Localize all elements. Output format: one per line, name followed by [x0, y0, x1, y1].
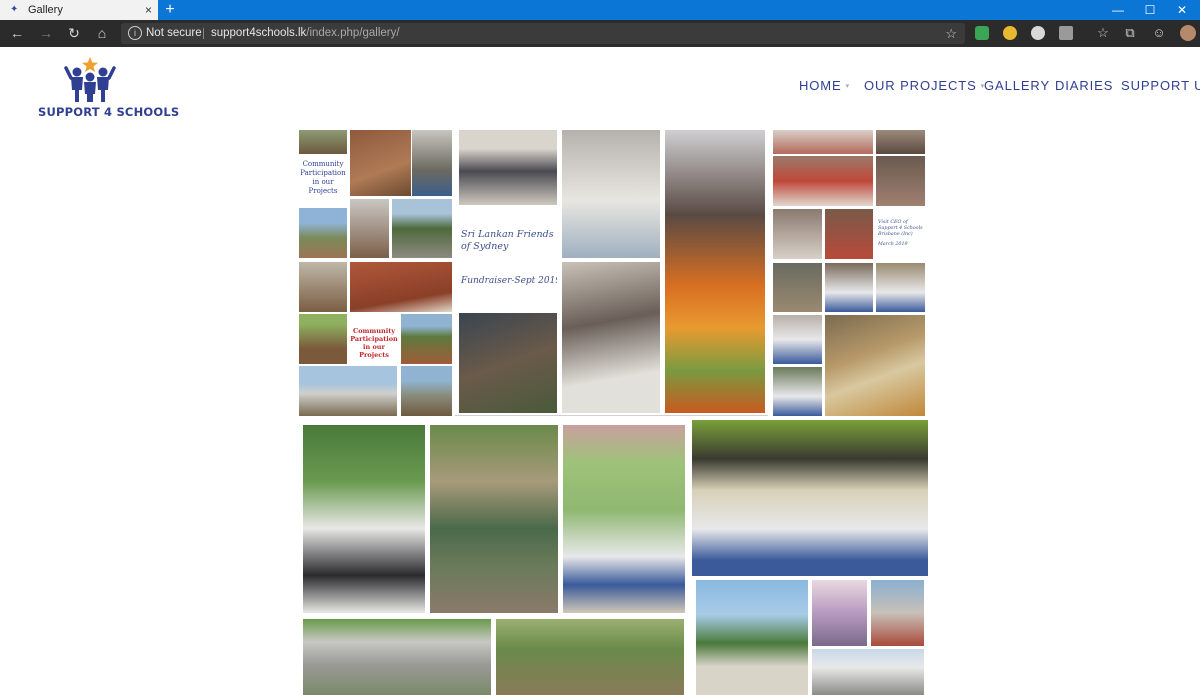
- children-logo-icon: [64, 57, 116, 102]
- gallery-photo[interactable]: [812, 649, 924, 695]
- fundraiser-title-1: Sri Lankan Friends: [461, 229, 554, 240]
- gallery-photo[interactable]: [871, 580, 924, 646]
- url-host: support4schools.lk: [211, 27, 307, 39]
- favorite-star-icon[interactable]: ☆: [945, 23, 957, 44]
- nav-gallery[interactable]: GALLERY: [984, 78, 1050, 96]
- visit-caption-3: Brisbane (Inc): [878, 232, 913, 237]
- browser-toolbar: ← → ↻ ⌂ i Not secure support4schools.lk/…: [0, 20, 1200, 47]
- nav-diaries-label: DIARIES: [1055, 78, 1114, 93]
- info-icon[interactable]: i: [128, 26, 142, 40]
- chevron-down-icon: ▾: [845, 83, 851, 90]
- gallery-photo[interactable]: [773, 263, 822, 312]
- gallery-photo[interactable]: [459, 130, 557, 205]
- collections-extension-icon[interactable]: [1059, 26, 1073, 40]
- gallery-photo[interactable]: [299, 314, 347, 364]
- gallery-photo[interactable]: [876, 156, 925, 206]
- gallery-photo[interactable]: [430, 425, 558, 613]
- nav-our-projects[interactable]: OUR PROJECTS ▾: [864, 78, 985, 96]
- gallery-photo[interactable]: [773, 209, 822, 259]
- browser-tab-bar: ✦ Gallery × + — ☐ ✕: [0, 0, 1200, 20]
- caption-tile: Community Participation in our Projects: [299, 155, 347, 207]
- url-path: /index.php/gallery/: [306, 27, 400, 39]
- nav-home[interactable]: HOME ▾: [799, 78, 850, 96]
- gallery-photo[interactable]: [299, 262, 347, 312]
- shield-extension-icon[interactable]: [975, 26, 989, 40]
- divider: [455, 415, 768, 416]
- gallery-photo[interactable]: [392, 199, 452, 258]
- tab-close-icon[interactable]: ×: [145, 0, 152, 20]
- feedback-icon[interactable]: ☺: [1150, 24, 1168, 42]
- address-bar[interactable]: i Not secure support4schools.lk/index.ph…: [121, 23, 965, 44]
- gallery-photo[interactable]: [562, 130, 660, 258]
- nav-support-us-label: SUPPORT US: [1121, 78, 1200, 93]
- gallery-photo[interactable]: [401, 366, 452, 416]
- gallery-photo[interactable]: [692, 420, 928, 576]
- url-text[interactable]: support4schools.lk/index.php/gallery/: [211, 23, 400, 44]
- gallery-photo[interactable]: [825, 263, 873, 312]
- profile-avatar[interactable]: [1180, 25, 1196, 41]
- gallery-photo[interactable]: [350, 199, 389, 258]
- nav-home-label: HOME: [799, 78, 842, 93]
- gallery-photo[interactable]: [563, 425, 685, 613]
- site-logo[interactable]: SUPPORT 4 SCHOOLS: [38, 56, 180, 122]
- gallery-photo[interactable]: [299, 208, 347, 258]
- fundraiser-title-2: of Sydney: [461, 241, 509, 252]
- gallery-photo[interactable]: [496, 619, 684, 695]
- caption-tile: Community Participation in our Projects: [350, 314, 398, 364]
- nav-our-projects-label: OUR PROJECTS: [864, 78, 977, 93]
- refresh-icon[interactable]: ↻: [65, 24, 83, 42]
- gallery-photo[interactable]: [773, 315, 822, 364]
- fundraiser-subtitle: Fundraiser-Sept 2019: [461, 276, 557, 286]
- maximize-button[interactable]: ☐: [1139, 0, 1161, 20]
- favorites-icon[interactable]: ☆: [1094, 24, 1112, 42]
- nav-gallery-label: GALLERY: [984, 78, 1051, 93]
- minimize-button[interactable]: —: [1107, 0, 1129, 20]
- logo-text: SUPPORT 4 SCHOOLS: [38, 105, 180, 119]
- forward-icon[interactable]: →: [37, 24, 55, 42]
- gallery-photo[interactable]: [825, 315, 925, 416]
- caption-tile: Sri Lankan Friends of Sydney Fundraiser-…: [459, 205, 557, 313]
- collage-caption: Community Participation in our Projects: [350, 327, 398, 359]
- gallery-photo[interactable]: [562, 262, 660, 413]
- gallery-photo[interactable]: [303, 619, 491, 695]
- security-label[interactable]: Not secure: [146, 23, 202, 44]
- close-window-button[interactable]: ✕: [1171, 0, 1193, 20]
- gallery-photo[interactable]: [696, 580, 808, 695]
- gallery-photo[interactable]: [876, 263, 925, 312]
- nav-support-us[interactable]: SUPPORT US: [1121, 78, 1200, 96]
- address-separator: [203, 28, 204, 39]
- new-tab-button[interactable]: +: [163, 0, 177, 20]
- favicon-icon: ✦: [10, 4, 19, 15]
- gallery-photo[interactable]: [812, 580, 867, 646]
- gallery-photo[interactable]: [350, 262, 452, 312]
- gallery-photo[interactable]: [303, 425, 425, 613]
- nav-diaries[interactable]: DIARIES: [1055, 78, 1113, 96]
- collage-caption: Community Participation in our Projects: [300, 160, 346, 195]
- gallery-photo[interactable]: [773, 367, 822, 416]
- gallery-photo[interactable]: [876, 130, 925, 154]
- gallery-photo[interactable]: [665, 130, 765, 413]
- gallery-photo[interactable]: [299, 366, 397, 416]
- tab-actions-icon[interactable]: ⧉: [1121, 24, 1139, 42]
- gallery-photo[interactable]: [773, 156, 873, 206]
- circle-extension-icon[interactable]: [1031, 26, 1045, 40]
- gallery-photo[interactable]: [412, 130, 452, 196]
- tab-title: Gallery: [28, 4, 63, 16]
- gallery-photo[interactable]: [299, 130, 347, 154]
- caption-tile: Visit CEO of Support 4 Schools Brisbane …: [876, 209, 925, 259]
- gallery-photo[interactable]: [773, 130, 873, 154]
- browser-tab[interactable]: ✦ Gallery ×: [0, 0, 158, 20]
- home-icon[interactable]: ⌂: [93, 24, 111, 42]
- back-icon[interactable]: ←: [8, 24, 26, 42]
- gallery-photo[interactable]: [459, 313, 557, 413]
- honey-extension-icon[interactable]: [1003, 26, 1017, 40]
- gallery-photo[interactable]: [825, 209, 873, 259]
- visit-caption-4: March 2019: [878, 242, 908, 247]
- gallery-photo[interactable]: [401, 314, 452, 364]
- gallery-photo[interactable]: [350, 130, 411, 196]
